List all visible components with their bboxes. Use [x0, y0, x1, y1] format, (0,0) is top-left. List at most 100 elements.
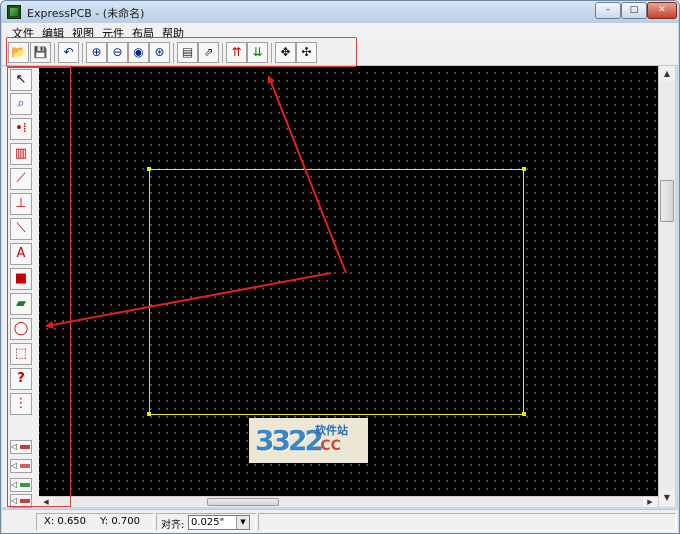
- zoom-window-button[interactable]: ◉: [128, 42, 149, 63]
- circle-tool-icon: ◯: [13, 321, 29, 336]
- layer-top-copper-icon: ◁: [11, 442, 18, 451]
- snap-value: 0.025": [191, 517, 225, 528]
- board-outline-icon: ⬚: [14, 346, 28, 361]
- toolbar-separator: [82, 43, 83, 63]
- save-icon: 💾: [33, 46, 48, 59]
- place-component-button[interactable]: ▥: [10, 143, 32, 165]
- menu-file[interactable]: 文件: [12, 25, 34, 41]
- move-button[interactable]: ✥: [275, 42, 296, 63]
- zoom-out-icon: ⊖: [112, 45, 123, 59]
- zoom-tool-button[interactable]: ⌕: [10, 93, 32, 115]
- board-outline-button[interactable]: ⬚: [10, 343, 32, 365]
- x-coordinate: X: 0.650: [44, 516, 87, 527]
- menu-edit[interactable]: 编辑: [42, 25, 64, 41]
- scroll-left-arrow[interactable]: ◀: [39, 497, 53, 507]
- vertical-scrollbar[interactable]: ▲ ▼: [658, 66, 675, 507]
- board-outline[interactable]: [149, 169, 524, 415]
- horizontal-scrollbar[interactable]: ◀ ▶: [39, 496, 658, 507]
- trace-angle-icon: ⊥: [15, 196, 27, 211]
- board-corner-handle[interactable]: [147, 167, 151, 171]
- chevron-down-icon[interactable]: ▼: [236, 516, 249, 529]
- close-button[interactable]: ✕: [647, 2, 677, 19]
- status-message-panel: [258, 513, 676, 531]
- left-tool-palette: ↖ ⌕ •⁞ ▥ ⟋ ⊥ ⟍ A ■ ▰ ◯ ⬚ ? ⋮ ◁ ◁ ◁ ◁: [2, 66, 39, 508]
- scroll-right-arrow[interactable]: ▶: [643, 497, 657, 507]
- trace-diagonal-button[interactable]: ⟍: [10, 218, 32, 240]
- component-manager-icon: ▤: [181, 45, 194, 59]
- snap-label: 对齐:: [161, 520, 185, 531]
- toolbar-separator: [271, 43, 272, 63]
- component-manager-button[interactable]: ▤: [177, 42, 198, 63]
- netlist-button[interactable]: ⋮: [10, 393, 32, 415]
- menu-view[interactable]: 视图: [72, 25, 94, 41]
- layer-bottom-copper-icon: ◁: [11, 461, 18, 470]
- snap-grid-select[interactable]: 0.025" ▼: [188, 515, 250, 530]
- toolbar-separator: [222, 43, 223, 63]
- place-text-button[interactable]: A: [10, 243, 32, 265]
- ground-plane-button[interactable]: ▰: [10, 293, 32, 315]
- layer-color-button[interactable]: ■: [10, 268, 32, 290]
- toolbar-separator: [54, 43, 55, 63]
- watermark-digits: 3322: [255, 424, 324, 457]
- place-text-icon: A: [16, 246, 26, 261]
- draw-trace-icon: ⟋: [16, 171, 26, 186]
- minimize-button[interactable]: –: [595, 2, 621, 19]
- scroll-up-arrow[interactable]: ▲: [659, 66, 675, 82]
- trace-angle-button[interactable]: ⊥: [10, 193, 32, 215]
- undo-button[interactable]: ↶: [58, 42, 79, 63]
- horizontal-scroll-thumb[interactable]: [207, 498, 279, 506]
- board-corner-handle[interactable]: [147, 412, 151, 416]
- layer-top-copper-button[interactable]: ◁: [10, 440, 32, 454]
- y-coordinate: Y: 0.700: [100, 516, 140, 527]
- menu-bar: 文件 编辑 视图 元件 布局 帮助: [2, 23, 678, 40]
- maximize-button[interactable]: □: [621, 2, 647, 19]
- place-component-icon: ▥: [14, 146, 28, 161]
- rotate-icon: ✣: [301, 45, 312, 59]
- send-order-icon: ⇗: [203, 45, 214, 59]
- status-bar: X: 0.650 Y: 0.700 对齐: 0.025" ▼: [2, 509, 678, 533]
- net-query-button[interactable]: ?: [10, 368, 32, 390]
- menu-layout[interactable]: 布局: [132, 25, 154, 41]
- layer-bottom-copper-button[interactable]: ◁: [10, 459, 32, 473]
- bottom-layer-button[interactable]: ⇊: [247, 42, 268, 63]
- vertical-scroll-thumb[interactable]: [660, 180, 674, 222]
- open-button[interactable]: 📂: [8, 42, 29, 63]
- menu-component[interactable]: 元件: [102, 25, 124, 41]
- place-pad-button[interactable]: •⁞: [10, 118, 32, 140]
- watermark-site-name: 软件站: [315, 424, 348, 437]
- zoom-in-button[interactable]: ⊕: [86, 42, 107, 63]
- top-layer-button[interactable]: ⇈: [226, 42, 247, 63]
- zoom-in-icon: ⊕: [91, 45, 102, 59]
- app-window: ExpressPCB - (未命名) – □ ✕ 文件 编辑 视图 元件 布局 …: [0, 0, 680, 534]
- zoom-tool-icon: ⌕: [17, 96, 25, 111]
- layer-extra-button[interactable]: ◁: [10, 494, 32, 508]
- menu-help[interactable]: 帮助: [162, 25, 184, 41]
- expresspcb-app-icon: [7, 5, 21, 19]
- save-button[interactable]: 💾: [30, 42, 51, 63]
- draw-trace-button[interactable]: ⟋: [10, 168, 32, 190]
- board-corner-handle[interactable]: [522, 412, 526, 416]
- open-icon: 📂: [11, 45, 26, 59]
- window-title: ExpressPCB - (未命名): [27, 7, 145, 20]
- main-toolbar: 📂 💾 ↶ ⊕ ⊖ ◉ ⊛ ▤ ⇗ ⇈ ⇊ ✥ ✣: [2, 40, 678, 66]
- move-icon: ✥: [280, 45, 291, 59]
- select-tool-button[interactable]: ↖: [10, 69, 32, 91]
- scroll-down-arrow[interactable]: ▼: [659, 490, 675, 506]
- zoom-out-button[interactable]: ⊖: [107, 42, 128, 63]
- title-bar: ExpressPCB - (未命名) – □ ✕: [1, 1, 679, 23]
- layer-silkscreen-button[interactable]: ◁: [10, 478, 32, 492]
- watermark-domain: .CC: [315, 438, 341, 454]
- site-watermark-logo: 3322 软件站 .CC: [249, 418, 368, 463]
- layer-extra-icon: ◁: [11, 496, 18, 505]
- send-order-button[interactable]: ⇗: [198, 42, 219, 63]
- rotate-button[interactable]: ✣: [296, 42, 317, 63]
- net-query-icon: ?: [17, 371, 25, 386]
- board-corner-handle[interactable]: [522, 167, 526, 171]
- trace-diagonal-icon: ⟍: [16, 221, 26, 236]
- netlist-icon: ⋮: [14, 396, 28, 411]
- zoom-fit-button[interactable]: ⊛: [149, 42, 170, 63]
- select-tool-icon: ↖: [15, 72, 27, 87]
- circle-tool-button[interactable]: ◯: [10, 318, 32, 340]
- toolbar-separator: [173, 43, 174, 63]
- zoom-fit-icon: ⊛: [154, 45, 165, 59]
